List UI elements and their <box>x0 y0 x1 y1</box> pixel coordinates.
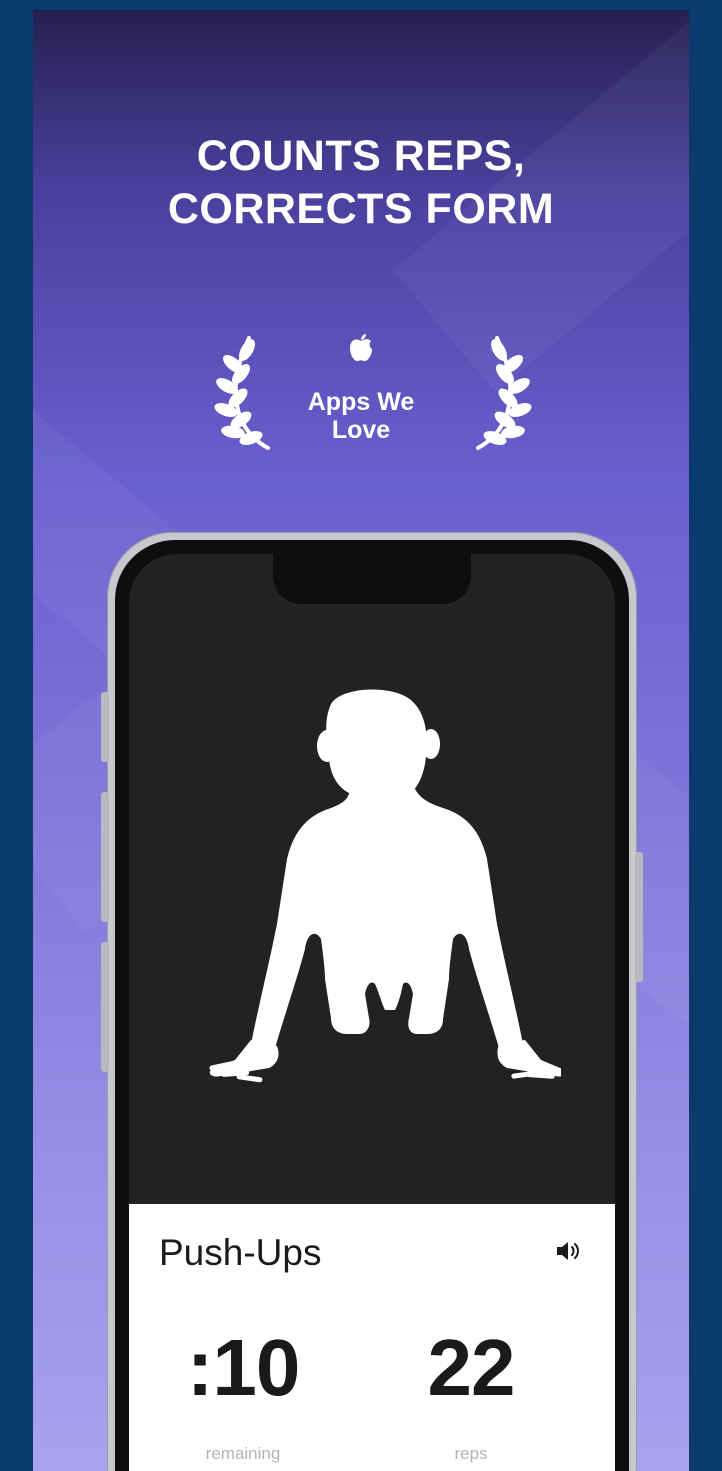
laurel-right-icon <box>476 336 532 450</box>
headline: COUNTS REPS, CORRECTS FORM <box>33 130 689 236</box>
apple-icon <box>350 334 372 362</box>
award-title: Apps We Love <box>281 388 441 444</box>
time-remaining-label: remaining <box>205 1444 281 1463</box>
phone-notch <box>273 554 471 604</box>
phone-bezel: Push-Ups :10 22 remaining reps <box>115 540 629 1471</box>
workout-panel: Push-Ups :10 22 remaining reps <box>129 1204 615 1471</box>
promo-banner: COUNTS REPS, CORRECTS FORM Apps We Love <box>33 10 689 1471</box>
phone-mockup: Push-Ups :10 22 remaining reps <box>101 532 643 1471</box>
headline-line-2: CORRECTS FORM <box>167 185 555 233</box>
apps-we-love-award: Apps We Love <box>33 330 689 460</box>
phone-side-button <box>635 852 643 982</box>
headline-line-1: COUNTS REPS, <box>196 132 526 180</box>
rep-count-value: 22 <box>427 1323 516 1412</box>
phone-screen: Push-Ups :10 22 remaining reps <box>129 554 615 1471</box>
time-remaining-value: :10 <box>186 1323 301 1412</box>
phone-side-button <box>101 792 109 922</box>
phone-side-button <box>101 692 109 762</box>
rep-count-label: reps <box>454 1444 488 1463</box>
award-line-1: Apps We <box>307 388 415 416</box>
exercise-name: Push-Ups <box>159 1232 322 1273</box>
push-up-silhouette-icon <box>209 689 561 1083</box>
speaker-icon[interactable] <box>555 1240 581 1262</box>
phone-side-button <box>101 942 109 1072</box>
award-line-2: Love <box>331 416 391 444</box>
laurel-left-icon <box>214 336 270 450</box>
